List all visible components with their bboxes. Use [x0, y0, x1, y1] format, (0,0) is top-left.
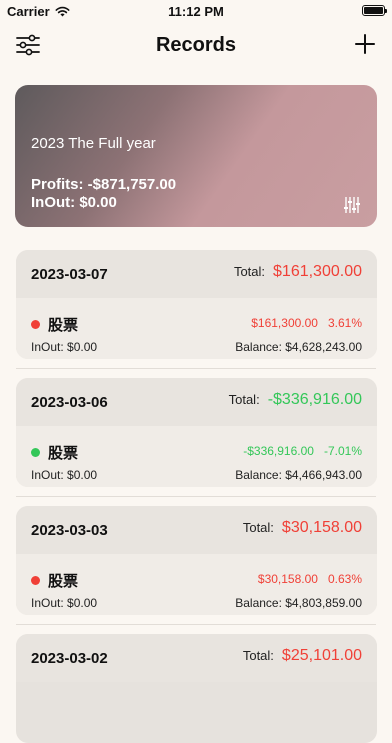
record-pl-percent: 3.61% [327, 316, 362, 330]
record-total: Total: $25,101.00 [243, 647, 362, 665]
status-bar: Carrier 11:12 PM [0, 0, 392, 22]
record-card[interactable]: 2023-03-06 Total: -$336,916.00 股票 -$336,… [16, 378, 377, 487]
record-balance: Balance: $4,628,243.00 [235, 340, 362, 354]
divider [16, 368, 376, 369]
battery-icon [362, 5, 387, 16]
record-total-value: $30,158.00 [281, 519, 362, 536]
record-account-name: 股票 [48, 573, 79, 590]
record-balance: Balance: $4,466,943.00 [235, 468, 362, 482]
status-dot-icon [31, 576, 40, 585]
record-inout: InOut: $0.00 [31, 596, 98, 610]
record-profit-loss: -$336,916.00 -7.01% [243, 444, 362, 458]
record-account-name: 股票 [48, 445, 79, 462]
record-date: 2023-03-02 [31, 650, 108, 667]
status-dot-icon [31, 320, 40, 329]
summary-profits: Profits: -$871,757.00 [31, 176, 177, 193]
summary-period: 2023 The Full year [31, 135, 156, 152]
record-total-label: Total: [242, 520, 274, 535]
record-profit-loss: $30,158.00 0.63% [258, 572, 362, 586]
record-pl-amount: -$336,916.00 [243, 444, 314, 458]
status-dot-icon [31, 448, 40, 457]
plus-icon [355, 34, 375, 54]
record-card[interactable]: 2023-03-07 Total: $161,300.00 股票 $161,30… [16, 250, 377, 359]
divider [16, 496, 376, 497]
divider [16, 624, 376, 625]
record-total-value: $25,101.00 [281, 647, 362, 664]
sliders-vertical-icon [344, 197, 360, 213]
record-card[interactable]: 2023-03-03 Total: $30,158.00 股票 $30,158.… [16, 506, 377, 615]
record-profit-loss: $161,300.00 3.61% [251, 316, 362, 330]
add-record-button[interactable] [354, 33, 376, 55]
record-body: 股票 $30,158.00 0.63% InOut: $0.00 Balance… [16, 554, 377, 615]
record-header: 2023-03-06 Total: -$336,916.00 [16, 378, 377, 426]
record-pl-percent: 0.63% [327, 572, 362, 586]
status-time: 11:12 PM [168, 4, 224, 19]
record-balance: Balance: $4,803,859.00 [235, 596, 362, 610]
record-total-label: Total: [228, 392, 260, 407]
navigation-bar: Records [0, 24, 392, 68]
record-pl-amount: $30,158.00 [257, 572, 318, 586]
page-title: Records [155, 34, 237, 56]
record-total: Total: -$336,916.00 [229, 391, 362, 409]
record-total-value: $161,300.00 [273, 263, 362, 280]
summary-card[interactable]: 2023 The Full year Profits: -$871,757.00… [15, 85, 377, 227]
record-total: Total: $30,158.00 [243, 519, 362, 537]
record-header: 2023-03-02 Total: $25,101.00 [16, 634, 377, 682]
record-pl-amount: $161,300.00 [251, 316, 318, 330]
record-pl-percent: -7.01% [323, 444, 362, 458]
summary-inout: InOut: $0.00 [31, 194, 117, 211]
record-total-value: -$336,916.00 [267, 391, 362, 408]
record-account-name: 股票 [48, 317, 79, 334]
record-total: Total: $161,300.00 [234, 263, 362, 281]
record-date: 2023-03-03 [31, 522, 108, 539]
record-date: 2023-03-07 [31, 266, 108, 283]
record-date: 2023-03-06 [31, 394, 108, 411]
record-header: 2023-03-03 Total: $30,158.00 [16, 506, 377, 554]
record-card[interactable]: 2023-03-02 Total: $25,101.00 [16, 634, 377, 743]
record-header: 2023-03-07 Total: $161,300.00 [16, 250, 377, 298]
record-inout: InOut: $0.00 [31, 468, 98, 482]
record-body: 股票 -$336,916.00 -7.01% InOut: $0.00 Bala… [16, 426, 377, 487]
summary-settings-button[interactable] [343, 196, 361, 214]
record-total-label: Total: [233, 264, 266, 279]
record-inout: InOut: $0.00 [31, 340, 98, 354]
record-total-label: Total: [242, 648, 274, 663]
record-body: 股票 $161,300.00 3.61% InOut: $0.00 Balanc… [16, 298, 377, 359]
